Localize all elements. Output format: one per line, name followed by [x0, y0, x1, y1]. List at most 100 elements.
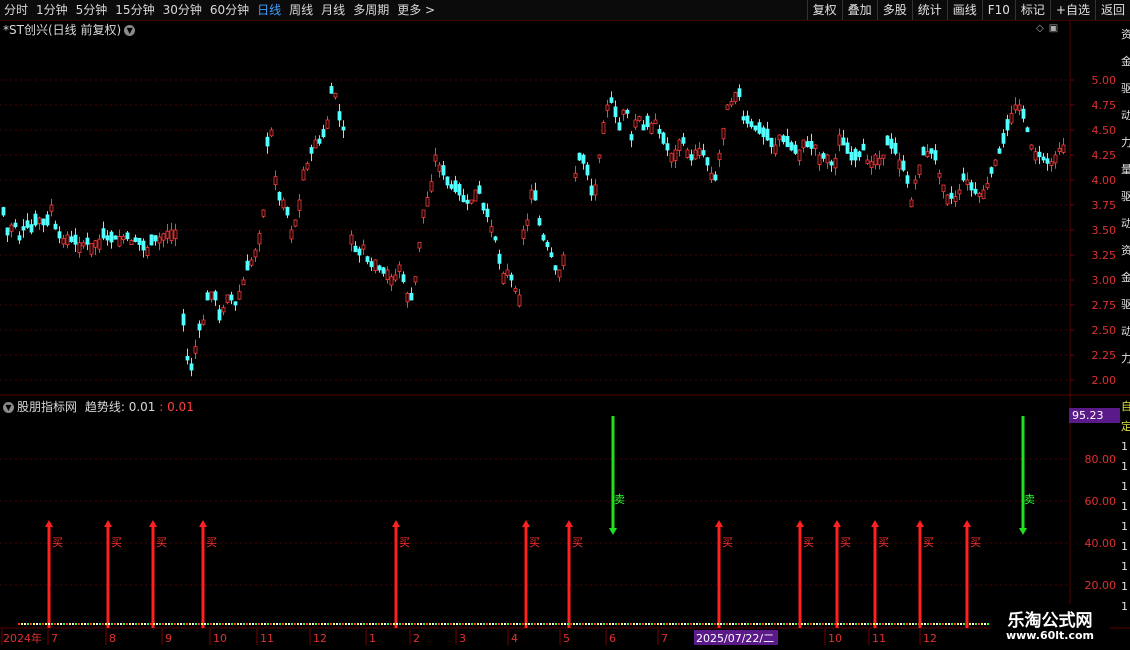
trend-line-dot — [306, 623, 308, 625]
candle-body — [593, 184, 598, 196]
trend-line-dot — [960, 623, 962, 625]
trend-line-dot — [456, 623, 458, 625]
candle-body — [425, 197, 430, 207]
candle-body — [721, 127, 726, 140]
candle-body — [573, 172, 578, 178]
price-tick-label: 2.75 — [1092, 299, 1117, 312]
candle-body — [505, 269, 510, 276]
trend-line-dot — [726, 623, 728, 625]
trend-line-dot — [177, 623, 179, 625]
candle-body — [685, 149, 690, 158]
candle-body — [141, 240, 146, 251]
candle-body — [161, 233, 166, 241]
candle-body — [953, 196, 958, 202]
trend-line-dot — [426, 623, 428, 625]
trend-line-dot — [399, 623, 401, 625]
trend-line-dot — [393, 623, 395, 625]
trend-line-dot — [858, 623, 860, 625]
trend-line-dot — [888, 623, 890, 625]
trend-line-dot — [543, 623, 545, 625]
trend-line-dot — [162, 623, 164, 625]
candle-body — [657, 129, 662, 134]
trend-line-dot — [567, 623, 569, 625]
candle-body — [213, 291, 218, 301]
trend-line-dot — [27, 623, 29, 625]
candle-body — [673, 149, 678, 161]
trend-line-dot — [639, 623, 641, 625]
trend-line-dot — [810, 623, 812, 625]
right-strip-glyph: 金 — [1121, 54, 1130, 68]
trend-line-dot — [600, 623, 602, 625]
candle-body — [457, 184, 462, 196]
trend-line-dot — [837, 623, 839, 625]
trend-line-dot — [423, 623, 425, 625]
trend-line-dot — [582, 623, 584, 625]
trend-line-dot — [210, 623, 212, 625]
candle-body — [885, 135, 890, 146]
candle-body — [49, 204, 54, 212]
candle-body — [477, 185, 482, 194]
trend-line-dot — [768, 623, 770, 625]
trend-line-dot — [720, 623, 722, 625]
candle-body — [605, 104, 610, 111]
grid-lines — [0, 20, 1130, 629]
trend-line-dot — [654, 623, 656, 625]
candle-body — [445, 176, 450, 186]
trend-line-dot — [84, 623, 86, 625]
trend-line-dot — [975, 623, 977, 625]
candle-body — [977, 192, 982, 197]
candle-body — [369, 261, 374, 268]
trend-line-dot — [522, 623, 524, 625]
candle-body — [581, 154, 586, 164]
buy-signal-label: 买 — [840, 536, 851, 549]
right-strip-glyph: 资 — [1121, 244, 1130, 257]
trend-line-dot — [885, 623, 887, 625]
candle-body — [249, 259, 254, 266]
trend-line-dot — [876, 623, 878, 625]
time-tick-label: 1 — [369, 632, 376, 645]
time-tick-label: 4 — [511, 632, 518, 645]
trend-line-dot — [243, 623, 245, 625]
trend-line-dot — [783, 623, 785, 625]
trend-line-dot — [354, 623, 356, 625]
candle-body — [365, 256, 370, 263]
trend-line-dot — [42, 623, 44, 625]
trend-line-dot — [345, 623, 347, 625]
right-strip2-glyph: 1 — [1121, 540, 1128, 553]
trend-line-dot — [870, 623, 872, 625]
trend-line-dot — [666, 623, 668, 625]
candle-body — [321, 129, 326, 138]
trend-line-dot — [684, 623, 686, 625]
candle-body — [189, 363, 194, 371]
kline-chart[interactable]: 5.00 4.75 4.50 4.25 4.00 3.75 3.50 3.25 3.00 2.75… — [0, 0, 1130, 650]
trend-line-dot — [927, 623, 929, 625]
candle-body — [197, 323, 202, 331]
trend-line-dot — [51, 623, 53, 625]
trend-line-dot — [114, 623, 116, 625]
candle-body — [325, 119, 330, 129]
signal-arrows: 买 买 买 买 买 买 买 卖买 买 买 买 买 买 卖 — [18, 416, 1061, 628]
trend-line-dot — [96, 623, 98, 625]
candle-body — [165, 230, 170, 239]
trend-line-dot — [510, 623, 512, 625]
trend-line-dot — [303, 623, 305, 625]
trend-line-dot — [873, 623, 875, 625]
candle-body — [881, 154, 886, 159]
time-tick-label: 10 — [828, 632, 842, 645]
candle-body — [865, 159, 870, 164]
trend-line-dot — [261, 623, 263, 625]
candle-body — [33, 213, 38, 226]
trend-line-dot — [375, 623, 377, 625]
price-tick-label: 2.00 — [1092, 374, 1117, 387]
candle-body — [781, 135, 786, 143]
candle-body — [941, 184, 946, 193]
candle-body — [61, 237, 66, 245]
candle-body — [817, 154, 822, 165]
candle-body — [985, 182, 990, 189]
trend-line-dot — [285, 623, 287, 625]
trend-line-dot — [36, 623, 38, 625]
trend-line-dot — [138, 623, 140, 625]
trend-line-dot — [570, 623, 572, 625]
trend-line-dot — [132, 623, 134, 625]
trend-line-dot — [501, 623, 503, 625]
